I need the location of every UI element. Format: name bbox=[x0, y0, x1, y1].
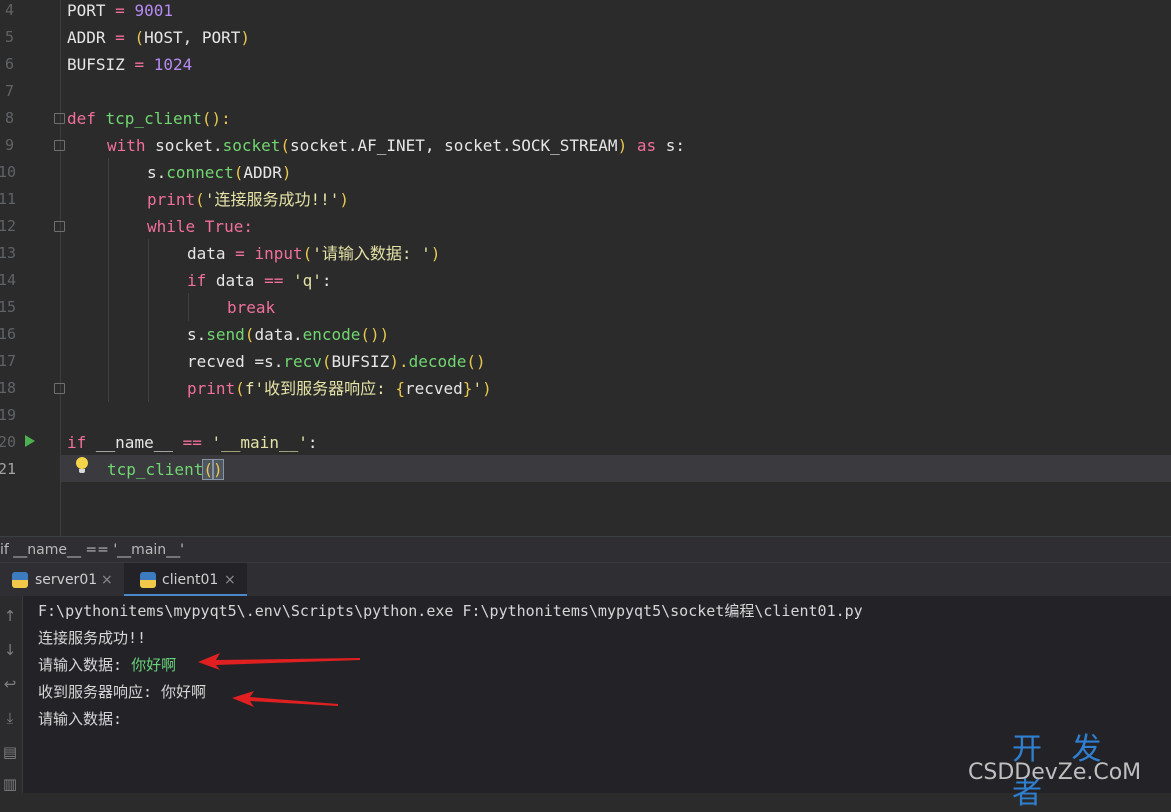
arrow-down-icon[interactable]: ↓ bbox=[2, 642, 18, 658]
console-line: 请输入数据: bbox=[38, 710, 132, 728]
line-number: 9 bbox=[4, 136, 14, 154]
run-tab-bar: server01 × client01 × bbox=[0, 562, 1171, 598]
python-icon bbox=[140, 572, 156, 588]
fold-marker-icon[interactable] bbox=[54, 140, 65, 151]
line-number: 16 bbox=[0, 325, 17, 343]
line-number: 10 bbox=[0, 163, 17, 181]
code-line-11: print('连接服务成功!!') bbox=[147, 190, 349, 209]
trash-icon[interactable]: ▥ bbox=[2, 776, 18, 792]
run-gutter-icon[interactable] bbox=[25, 435, 35, 447]
line-number: 14 bbox=[0, 271, 17, 289]
code-line-16: s.send(data.encode()) bbox=[187, 325, 390, 344]
close-icon[interactable]: × bbox=[101, 563, 113, 597]
line-number: 13 bbox=[0, 244, 17, 262]
console-line: 收到服务器响应: 你好啊 bbox=[38, 683, 207, 701]
soft-wrap-icon[interactable]: ↩ bbox=[2, 676, 18, 692]
current-line-highlight bbox=[60, 455, 1171, 482]
code-line-21: tcp_client() bbox=[107, 459, 224, 480]
fold-marker-icon[interactable] bbox=[54, 383, 65, 394]
console-line: 连接服务成功!! bbox=[38, 629, 147, 647]
watermark: 开 发 者 CSDDevZe.CoM bbox=[968, 720, 1171, 811]
scroll-to-end-icon[interactable]: ⤓ bbox=[2, 710, 18, 726]
code-line-5: ADDR = (HOST, PORT) bbox=[67, 28, 251, 47]
tab-client01[interactable]: client01 × bbox=[124, 563, 247, 597]
lightbulb-icon[interactable] bbox=[76, 457, 88, 473]
line-number: 11 bbox=[0, 190, 17, 208]
code-line-18: print(f'收到服务器响应: {recved}') bbox=[187, 379, 492, 398]
code-line-9: with socket.socket(socket.AF_INET, socke… bbox=[107, 136, 685, 155]
indent-guide bbox=[108, 158, 109, 402]
close-icon[interactable]: × bbox=[224, 563, 236, 597]
code-line-17: recved =s.recv(BUFSIZ).decode() bbox=[187, 352, 486, 371]
line-number: 19 bbox=[0, 406, 17, 424]
console-toolbar: ↑ ↓ ↩ ⤓ ▤ ▥ bbox=[0, 596, 23, 793]
line-number: 7 bbox=[4, 82, 14, 100]
code-line-15: break bbox=[227, 298, 276, 317]
line-number: 6 bbox=[4, 55, 14, 73]
code-line-8: def tcp_client(): bbox=[67, 109, 231, 128]
fold-marker-icon[interactable] bbox=[54, 113, 65, 124]
code-line-14: if data == 'q': bbox=[187, 271, 332, 290]
indent-guide bbox=[188, 293, 189, 321]
tab-label: server01 bbox=[35, 572, 98, 588]
breadcrumb[interactable]: if __name__ == '__main__' bbox=[0, 536, 1171, 563]
code-line-13: data = input('请输入数据: ') bbox=[187, 244, 441, 263]
code-line-20: if __name__ == '__main__': bbox=[67, 433, 318, 452]
line-number: 18 bbox=[0, 379, 17, 397]
code-line-6: BUFSIZ = 1024 bbox=[67, 55, 193, 74]
tab-label: client01 bbox=[162, 572, 219, 588]
python-icon bbox=[12, 572, 28, 588]
code-line-12: while True: bbox=[147, 217, 253, 236]
code-line-4: PORT = 9001 bbox=[67, 1, 173, 20]
console-line: 请输入数据: 你好啊 bbox=[38, 656, 177, 674]
fold-marker-icon[interactable] bbox=[54, 221, 65, 232]
arrow-up-icon[interactable]: ↑ bbox=[2, 608, 18, 624]
code-editor[interactable]: 4 5 6 7 8 9 10 11 12 13 14 15 16 17 18 1… bbox=[0, 0, 1171, 536]
line-number: 15 bbox=[0, 298, 17, 316]
annotation-arrow bbox=[232, 691, 338, 707]
line-number: 5 bbox=[4, 28, 14, 46]
line-number: 4 bbox=[4, 1, 14, 19]
line-number: 8 bbox=[4, 109, 14, 127]
code-line-10: s.connect(ADDR) bbox=[147, 163, 292, 182]
line-number: 17 bbox=[0, 352, 17, 370]
line-number: 12 bbox=[0, 217, 17, 235]
line-number: 21 bbox=[0, 460, 17, 478]
watermark-site: CSDDevZe.CoM bbox=[968, 760, 1142, 785]
tab-server01[interactable]: server01 × bbox=[0, 563, 122, 597]
line-number-gutter: 4 5 6 7 8 9 10 11 12 13 14 15 16 17 18 1… bbox=[0, 0, 61, 536]
annotation-arrow bbox=[198, 653, 360, 670]
print-icon[interactable]: ▤ bbox=[2, 744, 18, 760]
indent-guide bbox=[148, 239, 149, 402]
line-number: 20 bbox=[0, 433, 17, 451]
console-user-input: 你好啊 bbox=[131, 656, 177, 674]
console-line: F:\pythonitems\mypyqt5\.env\Scripts\pyth… bbox=[38, 602, 863, 620]
